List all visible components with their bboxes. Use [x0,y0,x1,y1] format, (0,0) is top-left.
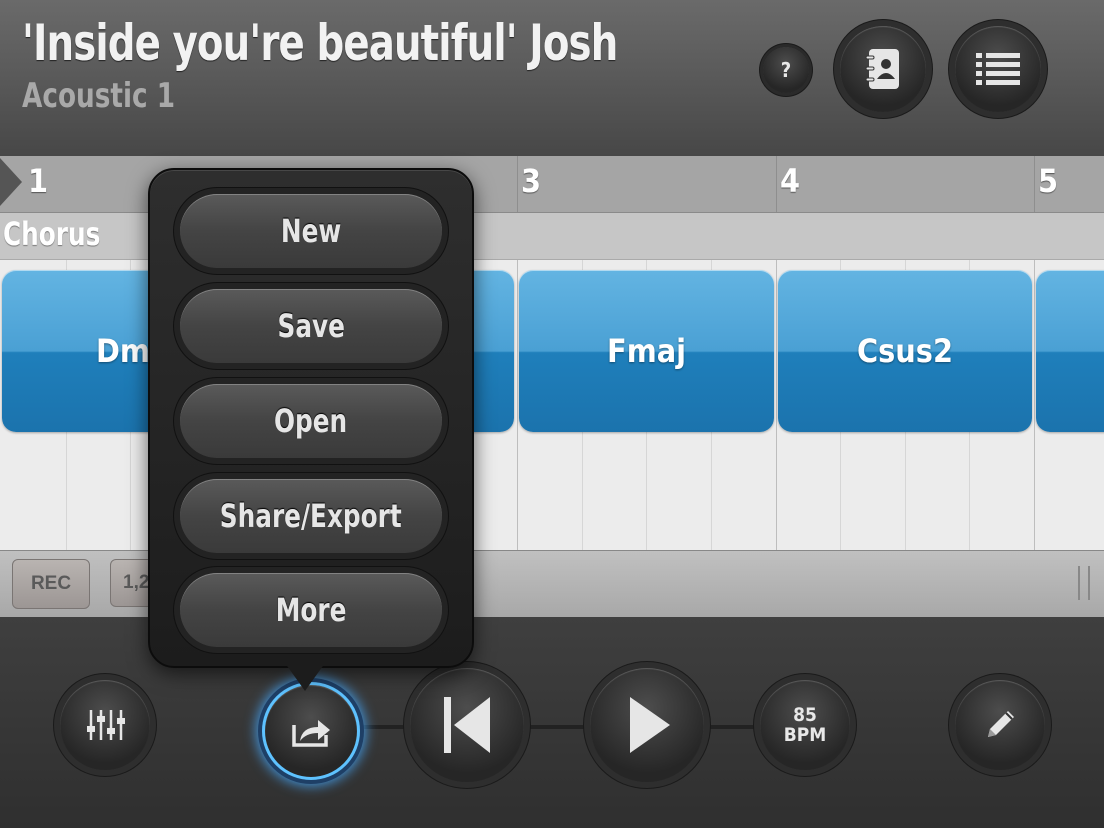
song-library-button[interactable] [840,26,926,112]
bpm-value: 85 [793,704,817,726]
skip-to-start-icon [444,697,490,753]
song-title: 'Inside you're beautiful' Josh [22,14,618,72]
record-button[interactable]: REC [12,559,90,609]
bar-number-3: 3 [521,162,542,200]
tempo-button[interactable]: 85 BPM [760,680,850,770]
help-icon: ? [780,58,792,82]
menu-open-button[interactable]: Open [180,384,442,458]
mixer-button[interactable] [60,680,150,770]
chord-block[interactable]: Fmaj [519,270,774,432]
popup-pointer [285,663,325,691]
menu-new-button[interactable]: New [180,194,442,268]
bar-number-5: 5 [1038,162,1059,200]
menu-item-label: Open [274,402,348,440]
help-button[interactable]: ? [763,47,809,93]
address-book-icon [865,49,899,89]
list-icon [976,53,1020,85]
menu-item-label: New [280,212,342,250]
file-menu-button[interactable] [262,682,360,780]
edit-button[interactable] [955,680,1045,770]
menu-item-label: Share/Export [220,497,402,535]
chord-name: Csus2 [857,332,953,370]
section-label: Chorus [3,215,101,253]
play-button[interactable] [590,668,704,782]
menu-save-button[interactable]: Save [180,289,442,363]
menu-item-label: More [275,591,347,629]
bar-number-1: 1 [28,162,49,200]
rewind-to-start-button[interactable] [410,668,524,782]
mixer-sliders-icon [87,710,125,740]
scroll-handle[interactable] [1078,566,1090,600]
song-list-button[interactable] [955,26,1041,112]
chord-name: Fmaj [607,332,686,370]
pencil-icon [988,711,1014,737]
menu-share-export-button[interactable]: Share/Export [180,479,442,553]
menu-item-label: Save [277,307,345,345]
chord-block[interactable] [1036,270,1104,432]
song-instrument-subtitle: Acoustic 1 [22,76,176,116]
playhead-marker[interactable] [0,158,22,206]
bpm-unit: BPM [783,724,827,746]
bar-number-4: 4 [780,162,801,200]
file-menu-popup: New Save Open Share/Export More [148,168,474,668]
record-label: REC [30,573,72,594]
play-icon [630,697,670,753]
share-export-icon [292,720,330,747]
chord-block[interactable]: Csus2 [778,270,1032,432]
song-header: 'Inside you're beautiful' Josh Acoustic … [0,0,1104,157]
menu-more-button[interactable]: More [180,573,442,647]
count-in-label: 1,2 [123,572,150,593]
